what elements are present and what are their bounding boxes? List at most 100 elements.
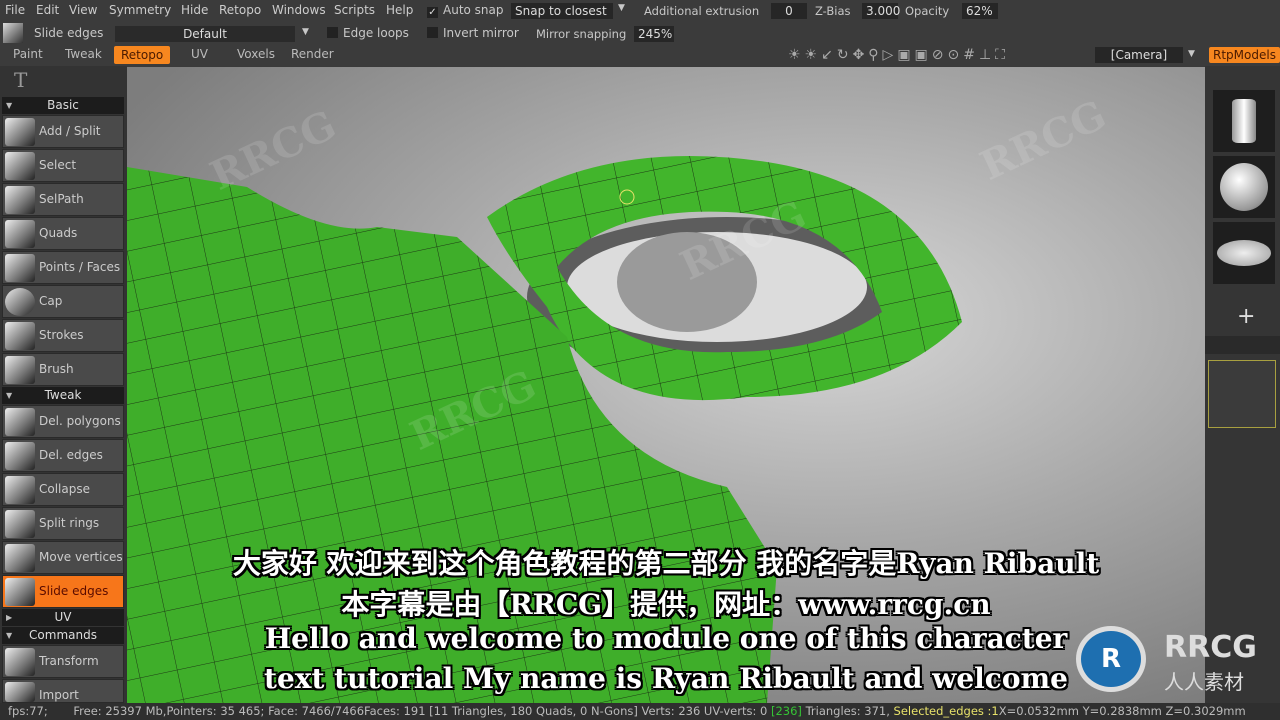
- import-icon: [5, 682, 35, 702]
- chevron-down-icon[interactable]: ▼: [1188, 49, 1195, 59]
- zbias-label: Z-Bias: [815, 4, 851, 18]
- model-preview-slot[interactable]: [1208, 360, 1276, 428]
- tool-label: Split rings: [39, 516, 100, 530]
- status-bar: fps:77; Free: 25397 Mb,Pointers: 35 465;…: [0, 703, 1280, 720]
- section-tweak[interactable]: ▼ Tweak: [2, 387, 124, 404]
- zbias-field[interactable]: 3.000: [862, 3, 900, 19]
- chevron-down-icon[interactable]: ▼: [618, 3, 625, 13]
- mirror-snapping-field[interactable]: 245%: [634, 26, 674, 42]
- tool-import[interactable]: Import: [2, 679, 124, 703]
- invert-mirror-checkbox[interactable]: Invert mirror: [427, 26, 519, 40]
- brush-icon: [5, 356, 35, 384]
- tab-tweak[interactable]: Tweak: [65, 47, 102, 61]
- menu-windows[interactable]: Windows: [272, 3, 326, 17]
- viewport-tool-icons[interactable]: ☀☀↙↻✥⚲▷▣▣⊘⊙#⊥⛶: [788, 47, 1009, 63]
- tool-del-polygons[interactable]: Del. polygons: [2, 405, 124, 438]
- invert-mirror-label: Invert mirror: [443, 26, 519, 40]
- menu-help[interactable]: Help: [386, 3, 413, 17]
- edge-loops-checkbox[interactable]: Edge loops: [327, 26, 409, 40]
- cylinder-model[interactable]: [1213, 90, 1275, 152]
- uv-count: [236]: [771, 704, 802, 718]
- section-uv[interactable]: ▶ UV: [2, 609, 124, 626]
- subtitle-line-1: 大家好 欢迎来到这个角色教程的第二部分 我的名字是Ryan Ribault: [232, 547, 1100, 580]
- tool-label: Collapse: [39, 482, 90, 496]
- section-label: Tweak: [44, 388, 82, 402]
- strokes-icon: [5, 322, 35, 350]
- tool-label: Del. edges: [39, 448, 103, 462]
- sphere-model[interactable]: [1213, 156, 1275, 218]
- tool-points-faces[interactable]: Points / Faces: [2, 251, 124, 284]
- tool-transform[interactable]: Transform: [2, 645, 124, 678]
- menu-file[interactable]: File: [5, 3, 25, 17]
- edge-loops-label: Edge loops: [343, 26, 409, 40]
- subtitle-line-3: Hello and welcome to module one of this …: [264, 622, 1068, 655]
- slide-edges-icon: [5, 578, 35, 606]
- add-split-icon: [5, 118, 35, 146]
- tool-label: Brush: [39, 362, 74, 376]
- tool-slide-edges[interactable]: Slide edges: [2, 575, 124, 608]
- fps-readout: fps:77;: [8, 704, 48, 718]
- menu-view[interactable]: View: [69, 3, 97, 17]
- mirror-snapping-label: Mirror snapping: [536, 27, 627, 41]
- chevron-down-icon[interactable]: ▼: [302, 27, 309, 37]
- opacity-label: Opacity: [905, 4, 950, 18]
- tool-select[interactable]: Select: [2, 149, 124, 182]
- menu-symmetry[interactable]: Symmetry: [109, 3, 171, 17]
- additional-extrusion-field[interactable]: 0: [771, 3, 807, 19]
- auto-snap-checkbox[interactable]: ✓ Auto snap: [427, 3, 504, 18]
- collapse-icon: ▼: [6, 391, 13, 400]
- transform-icon: [5, 648, 35, 676]
- del-edges-icon: [5, 442, 35, 470]
- tool-options-bar: Slide edges Default ▼ Edge loops Invert …: [0, 22, 1280, 44]
- current-tool-icon: [3, 23, 23, 43]
- quads-icon: [5, 220, 35, 248]
- tool-brush[interactable]: Brush: [2, 353, 124, 386]
- tool-label: Quads: [39, 226, 78, 240]
- tool-collapse[interactable]: Collapse: [2, 473, 124, 506]
- tool-del-edges[interactable]: Del. edges: [2, 439, 124, 472]
- tool-label: Move vertices: [39, 550, 123, 564]
- expand-icon: ▶: [6, 613, 13, 622]
- points-faces-icon: [5, 254, 35, 282]
- menu-hide[interactable]: Hide: [181, 3, 208, 17]
- camera-select[interactable]: [Camera]: [1095, 47, 1183, 63]
- tool-selpath[interactable]: SelPath: [2, 183, 124, 216]
- tab-retopo[interactable]: Retopo: [114, 46, 171, 64]
- tool-label: Slide edges: [39, 584, 109, 598]
- selpath-icon: [5, 186, 35, 214]
- tool-cap[interactable]: Cap: [2, 285, 124, 318]
- opacity-field[interactable]: 62%: [962, 3, 998, 19]
- section-basic[interactable]: ▼ Basic: [2, 97, 124, 114]
- auto-snap-label: Auto snap: [443, 3, 504, 17]
- triangle-count: Triangles: 371,: [805, 704, 890, 718]
- rrcg-logo-icon: R: [1076, 626, 1146, 692]
- tool-quads[interactable]: Quads: [2, 217, 124, 250]
- tab-voxels[interactable]: Voxels: [237, 47, 275, 61]
- tool-split-rings[interactable]: Split rings: [2, 507, 124, 540]
- selected-edges: Selected_edges :1: [893, 704, 999, 718]
- tool-move-vertices[interactable]: Move vertices: [2, 541, 124, 574]
- menu-retopo[interactable]: Retopo: [219, 3, 261, 17]
- snap-mode-select[interactable]: Snap to closest: [511, 3, 613, 19]
- text-tool-icon[interactable]: T: [14, 68, 27, 92]
- cursor-coordinates: X=0.0532mm Y=0.2838mm Z=0.3029mm: [998, 704, 1246, 718]
- tool-add-split[interactable]: Add / Split: [2, 115, 124, 148]
- tab-render[interactable]: Render: [291, 47, 334, 61]
- tab-rtpmodels[interactable]: RtpModels: [1209, 47, 1280, 63]
- section-commands[interactable]: ▼ Commands: [2, 627, 124, 644]
- tab-paint[interactable]: Paint: [13, 47, 43, 61]
- subtitle-line-2: 本字幕是由【RRCG】提供，网址：www.rrcg.cn: [341, 588, 991, 621]
- disc-model[interactable]: [1213, 222, 1275, 284]
- tool-strokes[interactable]: Strokes: [2, 319, 124, 352]
- split-rings-icon: [5, 510, 35, 538]
- menu-edit[interactable]: Edit: [36, 3, 59, 17]
- rtpmodels-panel: +: [1205, 66, 1280, 703]
- menu-scripts[interactable]: Scripts: [334, 3, 375, 17]
- preset-select[interactable]: Default: [115, 26, 295, 42]
- section-label: Commands: [29, 628, 97, 642]
- collapse-tool-icon: [5, 476, 35, 504]
- tab-uv[interactable]: UV: [191, 47, 208, 61]
- checkmark-icon: ✓: [427, 7, 438, 18]
- add-model-icon[interactable]: +: [1237, 304, 1255, 329]
- additional-extrusion-label: Additional extrusion: [644, 4, 760, 18]
